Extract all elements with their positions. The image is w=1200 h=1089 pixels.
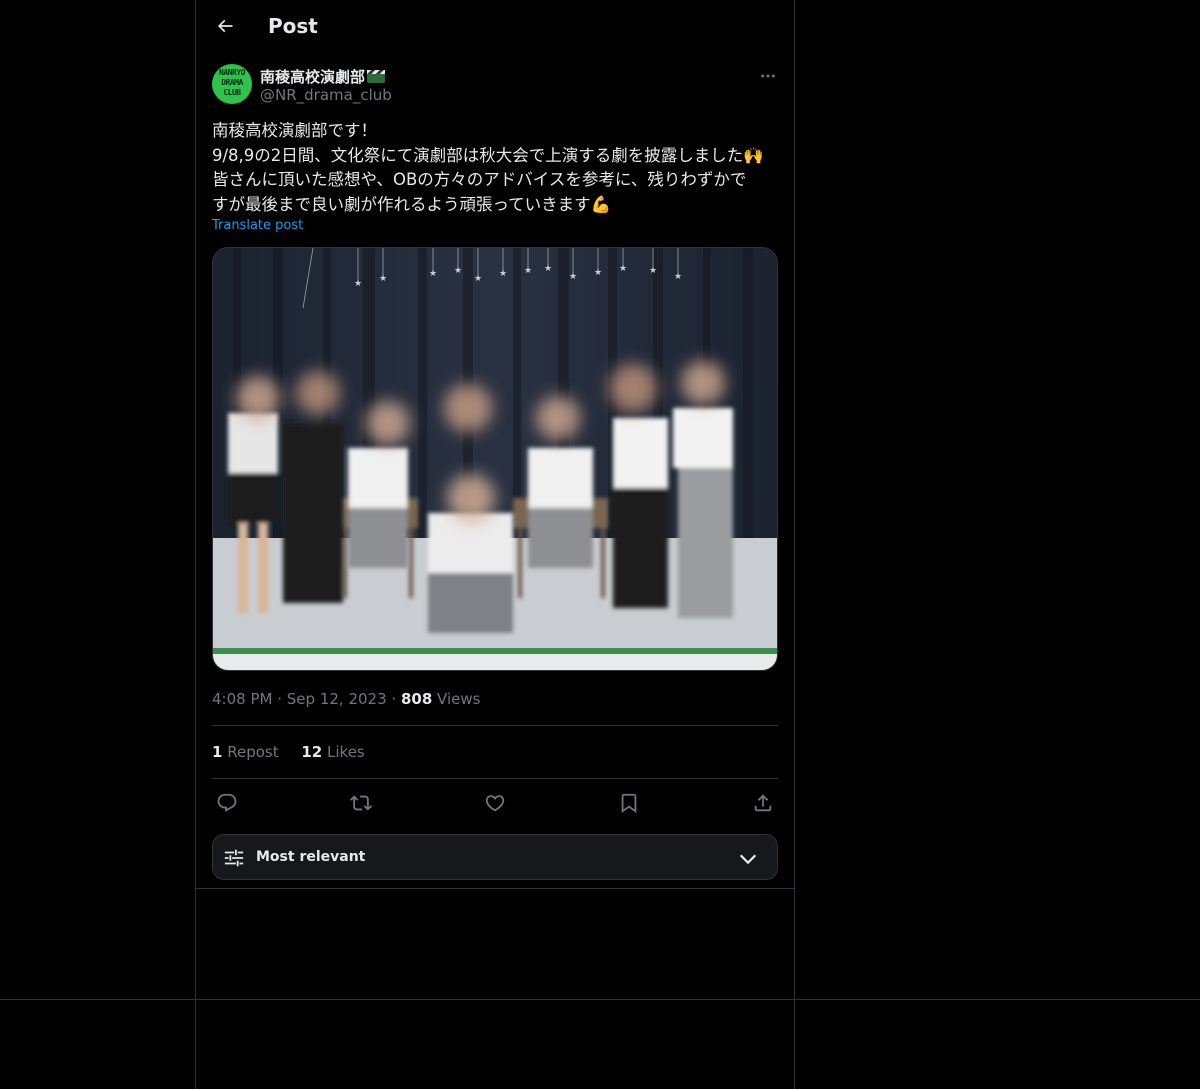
page: Post NANRYO DRAMA CLUB 南稜高校演劇部 @NR_drama… [0, 0, 1200, 1089]
post-time[interactable]: 4:08 PM [212, 690, 272, 708]
like-button[interactable] [480, 788, 510, 818]
svg-text:★: ★ [649, 266, 657, 276]
post-stats: 1 Repost 12 Likes [212, 743, 383, 761]
reposts-label: Repost [227, 743, 279, 761]
svg-text:★: ★ [499, 269, 507, 279]
likes-link[interactable]: 12 Likes [301, 743, 364, 761]
svg-text:★: ★ [474, 274, 482, 284]
back-button[interactable] [208, 9, 242, 43]
svg-text:★: ★ [544, 264, 552, 274]
post-header: Post [196, 0, 794, 53]
svg-text:★: ★ [429, 269, 437, 279]
author-display-name[interactable]: 南稜高校演劇部 [260, 66, 386, 87]
page-title: Post [268, 14, 318, 38]
share-button[interactable] [748, 788, 778, 818]
author-name-text: 南稜高校演劇部 [260, 68, 366, 86]
meta-separator: · [391, 690, 401, 708]
reply-sort-dropdown[interactable]: Most relevant [212, 834, 778, 880]
svg-text:★: ★ [379, 274, 387, 284]
meta-separator: · [277, 690, 287, 708]
views-label: Views [437, 690, 481, 708]
primary-column: Post NANRYO DRAMA CLUB 南稜高校演劇部 @NR_drama… [195, 0, 795, 1089]
svg-text:★: ★ [524, 266, 532, 276]
stage-photo: ★ ★ ★ ★ ★ ★ ★ ★ ★ ★ ★ ★ ★ [213, 248, 777, 670]
bookmark-button[interactable] [614, 788, 644, 818]
avatar-logo-text: NANRYO DRAMA CLUB [219, 68, 245, 97]
repost-button[interactable] [346, 788, 376, 818]
post-image[interactable]: ★ ★ ★ ★ ★ ★ ★ ★ ★ ★ ★ ★ ★ [212, 247, 778, 671]
arrow-left-icon [217, 19, 233, 33]
svg-text:★: ★ [354, 279, 362, 289]
svg-text:★: ★ [594, 268, 602, 278]
svg-text:★: ★ [619, 264, 627, 274]
more-options-button[interactable] [758, 66, 778, 86]
post-meta: 4:08 PM · Sep 12, 2023 · 808 Views [212, 690, 480, 708]
translate-post-link[interactable]: Translate post [212, 218, 303, 233]
svg-text:★: ★ [454, 266, 462, 276]
post-author: NANRYO DRAMA CLUB 南稜高校演劇部 @NR_drama_club [212, 64, 778, 108]
reply-button[interactable] [212, 788, 242, 818]
post-text: 南稜高校演劇部です！ 9/8,9の2日間、文化祭にて演劇部は秋大会で上演する劇を… [212, 121, 764, 214]
sort-label: Most relevant [256, 849, 366, 865]
avatar[interactable]: NANRYO DRAMA CLUB [212, 64, 252, 104]
divider [196, 888, 794, 889]
likes-count: 12 [301, 743, 323, 761]
divider [212, 725, 778, 726]
svg-text:★: ★ [569, 272, 577, 282]
clapperboard-icon [367, 70, 386, 83]
views-count: 808 [400, 690, 433, 708]
reposts-link[interactable]: 1 Repost [212, 743, 279, 761]
more-icon [761, 74, 775, 78]
reply-icon [217, 793, 237, 812]
divider [0, 999, 1200, 1000]
author-handle[interactable]: @NR_drama_club [260, 86, 392, 104]
likes-label: Likes [327, 743, 365, 761]
post-actions [212, 788, 778, 818]
chevron-down-icon [739, 854, 757, 865]
svg-text:★: ★ [674, 272, 682, 282]
reposts-count: 1 [212, 743, 223, 761]
sliders-icon [224, 849, 244, 867]
share-icon [754, 794, 772, 812]
divider [212, 778, 778, 779]
bookmark-icon [621, 793, 637, 814]
repost-icon [350, 795, 372, 811]
post-date[interactable]: Sep 12, 2023 [287, 690, 387, 708]
like-icon [485, 795, 505, 812]
